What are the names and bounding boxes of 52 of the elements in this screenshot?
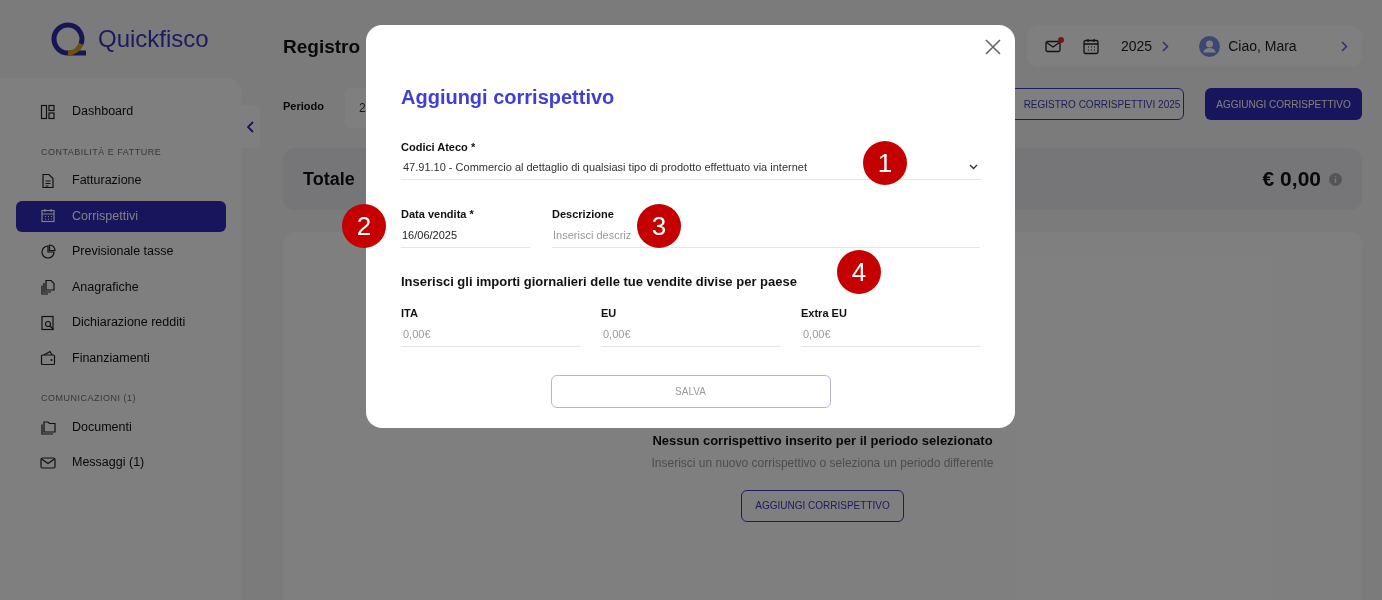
period-label: Periodo bbox=[283, 99, 325, 114]
add-entry-button[interactable]: AGGIUNGI CORRISPETTIVO bbox=[741, 489, 904, 522]
amount-field[interactable]: 0,00€ bbox=[401, 322, 580, 347]
sidebar-item[interactable]: Anagrafiche bbox=[16, 271, 226, 303]
avatar-icon[interactable] bbox=[1199, 35, 1221, 57]
close-icon bbox=[985, 39, 1001, 55]
sidebar-item[interactable]: Fatturazione bbox=[16, 165, 226, 196]
sidebar-item[interactable]: Corrispettivi bbox=[16, 200, 226, 232]
close-button[interactable] bbox=[985, 38, 1003, 56]
total-label: Totale bbox=[303, 167, 355, 191]
page-title: Registro bbox=[283, 35, 361, 59]
field-label: Codici Ateco * bbox=[401, 140, 477, 155]
chevron-down-icon bbox=[969, 164, 978, 170]
sidebar-item[interactable]: Dichiarazione redditi bbox=[16, 307, 226, 338]
field-label: Extra EU bbox=[801, 305, 848, 321]
sidebar-item[interactable]: Documenti bbox=[16, 411, 226, 443]
amount-field[interactable]: 0,00€ bbox=[801, 322, 980, 347]
pie-chart-icon bbox=[40, 243, 56, 260]
add-entry-button[interactable]: AGGIUNGI CORRISPETTIVO bbox=[1205, 88, 1362, 120]
dashboard-icon bbox=[40, 103, 56, 120]
sidebar-item[interactable]: Dashboard bbox=[16, 96, 226, 127]
calendar-icon[interactable] bbox=[1083, 37, 1099, 55]
section-heading: CONTABILITÀ E FATTURE bbox=[40, 145, 163, 159]
total-amount: € 0,00 bbox=[1262, 166, 1321, 193]
field-label: Data vendita * bbox=[401, 206, 475, 222]
chevron-right-icon[interactable] bbox=[1162, 40, 1170, 52]
mail-icon bbox=[40, 454, 56, 471]
calendar-icon bbox=[40, 208, 56, 224]
year-label[interactable]: 2025 bbox=[1121, 35, 1153, 57]
chevron-left-icon bbox=[247, 120, 255, 133]
sidebar-item[interactable]: Messaggi (1) bbox=[16, 447, 226, 478]
field-label: Descrizione bbox=[552, 206, 615, 222]
field-label: ITA bbox=[401, 305, 419, 321]
section-heading: COMUNICAZIONI (1) bbox=[40, 392, 137, 405]
brand-name: Quickfisco bbox=[98, 24, 209, 54]
documents-icon bbox=[40, 279, 56, 295]
dialog-title: Aggiungi corrispettivo bbox=[401, 85, 616, 110]
date-field[interactable]: 16/06/2025 bbox=[401, 223, 530, 248]
sidebar-item[interactable]: Previsionale tasse bbox=[16, 236, 226, 267]
field-label: EU bbox=[601, 305, 618, 321]
document-search-icon bbox=[40, 314, 56, 331]
wallet-icon bbox=[40, 350, 56, 366]
document-icon bbox=[40, 172, 56, 189]
collapse-button[interactable] bbox=[242, 105, 260, 148]
chevron-right-icon[interactable] bbox=[1340, 40, 1348, 52]
amount-field[interactable]: 0,00€ bbox=[601, 322, 780, 347]
mail-button[interactable] bbox=[1045, 39, 1061, 53]
mail-icon bbox=[1045, 39, 1061, 53]
sidebar-item[interactable]: Finanziamenti bbox=[16, 342, 226, 374]
greeting-label: Ciao, Mara bbox=[1228, 36, 1297, 56]
empty-title: Nessun corrispettivo inserito per il periodo selezionato bbox=[652, 432, 993, 450]
folder-icon bbox=[40, 419, 56, 435]
